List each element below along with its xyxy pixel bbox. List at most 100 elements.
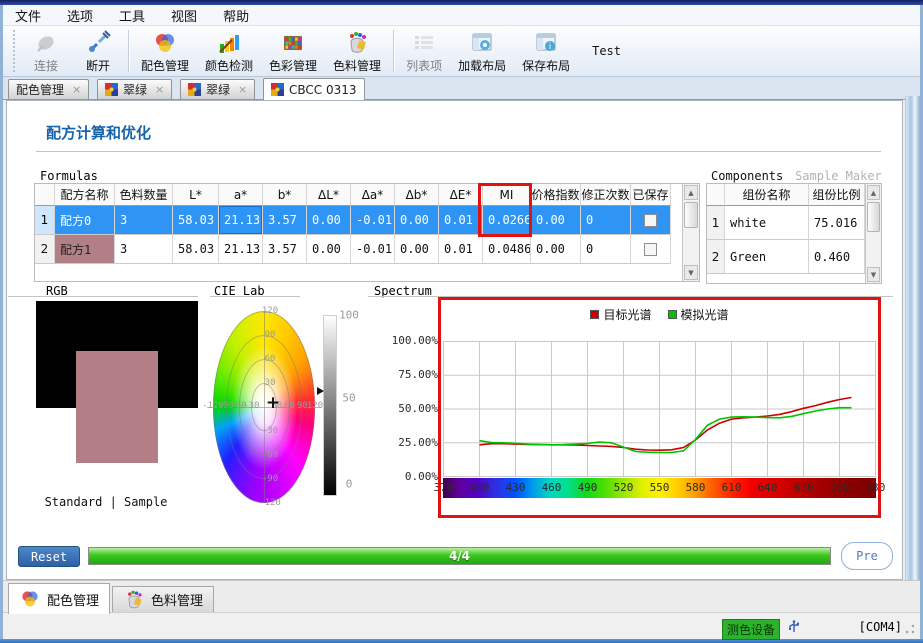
cielab-b-axis-tick: -90 [262,474,278,484]
menu-item-2[interactable]: 工具 [119,6,145,25]
value-cell[interactable]: 21.13 [219,206,263,235]
menu-item-1[interactable]: 选项 [67,6,93,25]
formulas-scrollbar[interactable]: ▲▼ [682,184,699,281]
resize-grip[interactable] [904,623,916,635]
value-cell[interactable]: 0.00 [531,206,581,235]
toolbar-button-color-manage[interactable]: 色彩管理 [261,26,325,76]
table-row[interactable]: 2配方1358.0321.133.570.00-0.010.000.010.04… [35,235,671,264]
toolbar-button-color-detect[interactable]: 颜色检测 [197,26,261,76]
toolbar-separator [128,30,129,72]
pre-button[interactable]: Pre [841,542,893,570]
column-header-7[interactable]: Δb* [395,184,439,206]
value-cell[interactable]: 0.00 [307,235,351,264]
tab-sample-maker[interactable]: Sample Maker [795,169,882,183]
value-cell[interactable]: -0.01 [351,206,395,235]
toolbar-button-colorant-manage[interactable]: 色料管理 [325,26,389,76]
scroll-down-icon[interactable]: ▼ [684,265,698,280]
menu-item-0[interactable]: 文件 [15,6,41,25]
cielab-a-axis-tick: -30 [243,401,259,411]
saved-checkbox[interactable] [644,243,657,256]
reset-button[interactable]: Reset [18,546,80,567]
value-cell[interactable]: 21.13 [219,235,263,264]
formulas-group-label: Formulas [36,169,102,183]
value-cell[interactable]: -0.01 [351,235,395,264]
x-axis-tick-label: 370 [434,481,454,494]
table-row[interactable]: 1white75.016 [707,206,865,240]
table-row[interactable]: 2Green0.460 [707,240,865,274]
scroll-up-icon[interactable]: ▲ [867,185,880,200]
column-header-8[interactable]: ΔE* [439,184,483,206]
component-ratio-cell[interactable]: 0.460 [809,240,865,274]
scroll-down-icon[interactable]: ▼ [867,267,880,282]
value-cell[interactable]: 0.00 [531,235,581,264]
column-header-5[interactable]: ΔL* [307,184,351,206]
connect-icon [33,29,59,56]
column-header-0[interactable]: 组份名称 [725,184,809,206]
value-cell[interactable]: 0.00 [307,206,351,235]
value-cell[interactable]: 0.0486 [483,235,531,264]
table-row[interactable]: 1配方0358.0321.133.570.00-0.010.000.010.02… [35,206,671,235]
column-header-2[interactable]: L* [173,184,219,206]
value-cell[interactable]: 58.03 [173,235,219,264]
toolbar-button-disconnect[interactable]: 断开 [72,26,124,76]
value-cell[interactable]: 0.00 [395,235,439,264]
window-border-bottom [0,639,923,643]
value-cell[interactable]: 0.01 [439,235,483,264]
value-cell[interactable]: 3.57 [263,235,307,264]
tab-close-icon[interactable]: × [72,83,81,96]
column-header-9[interactable]: MI [483,184,531,206]
tab-components[interactable]: Components [711,169,783,183]
components-tabs: Components Sample Maker [708,169,885,183]
value-cell[interactable]: 3 [115,206,173,235]
component-name-cell[interactable]: white [725,206,809,240]
scroll-up-icon[interactable]: ▲ [684,185,698,200]
formula-name-cell[interactable]: 配方0 [55,206,115,235]
toolbar-button-color-matching[interactable]: 配色管理 [133,26,197,76]
column-header-10[interactable]: 价格指数 [531,184,581,206]
column-header-4[interactable]: b* [263,184,307,206]
toolbar-button-load-layout[interactable]: 加载布局 [450,26,514,76]
value-cell[interactable]: 0.00 [395,206,439,235]
menu-item-3[interactable]: 视图 [171,6,197,25]
column-header-1[interactable]: 组份比例 [809,184,865,206]
column-header-3[interactable]: a* [219,184,263,206]
y-axis-tick-label: 25.00% [398,436,438,449]
value-cell[interactable]: 58.03 [173,206,219,235]
formula-name-cell[interactable]: 配方1 [55,235,115,264]
saved-checkbox[interactable] [644,214,657,227]
tab-close-icon[interactable]: × [238,83,247,96]
document-tab-0[interactable]: 配色管理 × [8,79,89,99]
lightness-marker[interactable] [317,387,324,395]
toolbar-grip[interactable] [13,30,18,72]
scroll-thumb[interactable] [684,202,698,228]
menu-bar: 文件 选项 工具 视图 帮助 [3,5,920,26]
bottom-tab-1[interactable]: 色料管理 [112,586,214,613]
document-tab-3[interactable]: CBCC 0313 [263,78,365,100]
toolbar-button-save-layout[interactable]: i保存布局 [514,26,578,76]
column-header-0[interactable]: 配方名称 [55,184,115,206]
document-tab-2[interactable]: 翠绿× [180,79,255,99]
value-cell[interactable]: 0.0266 [483,206,531,235]
value-cell[interactable]: 0 [581,235,631,264]
document-tab-1[interactable]: 翠绿× [97,79,172,99]
tab-label: 配色管理 [16,81,64,98]
value-cell[interactable]: 0 [581,206,631,235]
x-axis-tick-label: 610 [722,481,742,494]
value-cell[interactable]: 0.01 [439,206,483,235]
column-header-1[interactable]: 色料数量 [115,184,173,206]
column-header-12[interactable]: 已保存 [631,184,671,206]
tab-close-icon[interactable]: × [155,83,164,96]
bottom-tab-0[interactable]: 配色管理 [8,583,110,614]
value-cell[interactable]: 3.57 [263,206,307,235]
component-name-cell[interactable]: Green [725,240,809,274]
lightness-gradient-bar[interactable] [323,315,337,496]
menu-item-4[interactable]: 帮助 [223,6,249,25]
scroll-thumb[interactable] [867,202,880,232]
components-scrollbar[interactable]: ▲▼ [865,184,881,283]
app-window: 文件选项工具视图帮助 连接断开配色管理颜色检测色彩管理色料管理列表项加载布局i保… [0,0,923,643]
cielab-diagram[interactable]: 120906030-30-60-90-120-120-90-60-3030609… [205,300,370,515]
component-ratio-cell[interactable]: 75.016 [809,206,865,240]
column-header-6[interactable]: Δa* [351,184,395,206]
column-header-11[interactable]: 修正次数 [581,184,631,206]
value-cell[interactable]: 3 [115,235,173,264]
